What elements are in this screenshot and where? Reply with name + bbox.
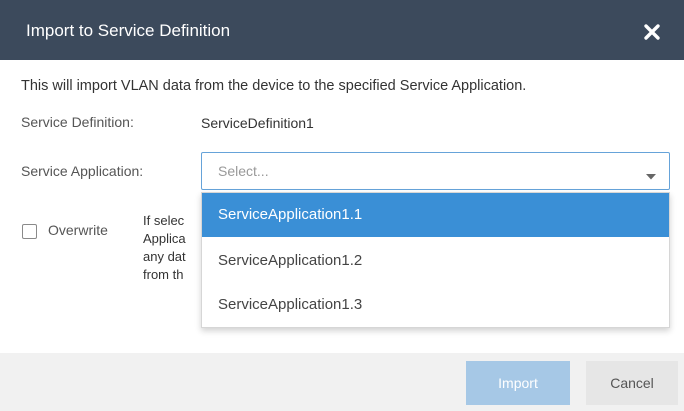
dropdown-option[interactable]: ServiceApplication1.2 [202, 239, 669, 283]
service-application-dropdown: ServiceApplication1.1 ServiceApplication… [201, 192, 670, 328]
dialog-description: This will import VLAN data from the devi… [21, 78, 527, 94]
import-button[interactable]: Import [466, 361, 570, 405]
overwrite-checkbox[interactable] [22, 224, 37, 239]
import-dialog: Import to Service Definition This will i… [0, 0, 684, 411]
cancel-button[interactable]: Cancel [586, 361, 678, 405]
service-application-select[interactable]: Select... [201, 152, 670, 190]
help-text-line: If selec [143, 213, 185, 228]
service-definition-value: ServiceDefinition1 [201, 115, 314, 131]
close-icon[interactable] [640, 20, 664, 44]
dialog-footer: Import Cancel [0, 353, 684, 411]
help-text-line: any dat [143, 249, 186, 264]
service-definition-label: Service Definition: [21, 114, 134, 130]
help-text-line: Applica [143, 231, 186, 246]
dialog-titlebar: Import to Service Definition [0, 0, 684, 60]
select-placeholder: Select... [218, 163, 269, 179]
service-application-label: Service Application: [21, 163, 144, 179]
overwrite-label[interactable]: Overwrite [48, 222, 108, 238]
chevron-down-icon [645, 168, 657, 186]
dropdown-option[interactable]: ServiceApplication1.3 [202, 283, 669, 327]
overwrite-help-text: If selec Applica any dat from th [143, 212, 205, 284]
dialog-title: Import to Service Definition [26, 21, 231, 40]
help-text-line: from th [143, 267, 184, 282]
dropdown-option[interactable]: ServiceApplication1.1 [202, 193, 669, 237]
